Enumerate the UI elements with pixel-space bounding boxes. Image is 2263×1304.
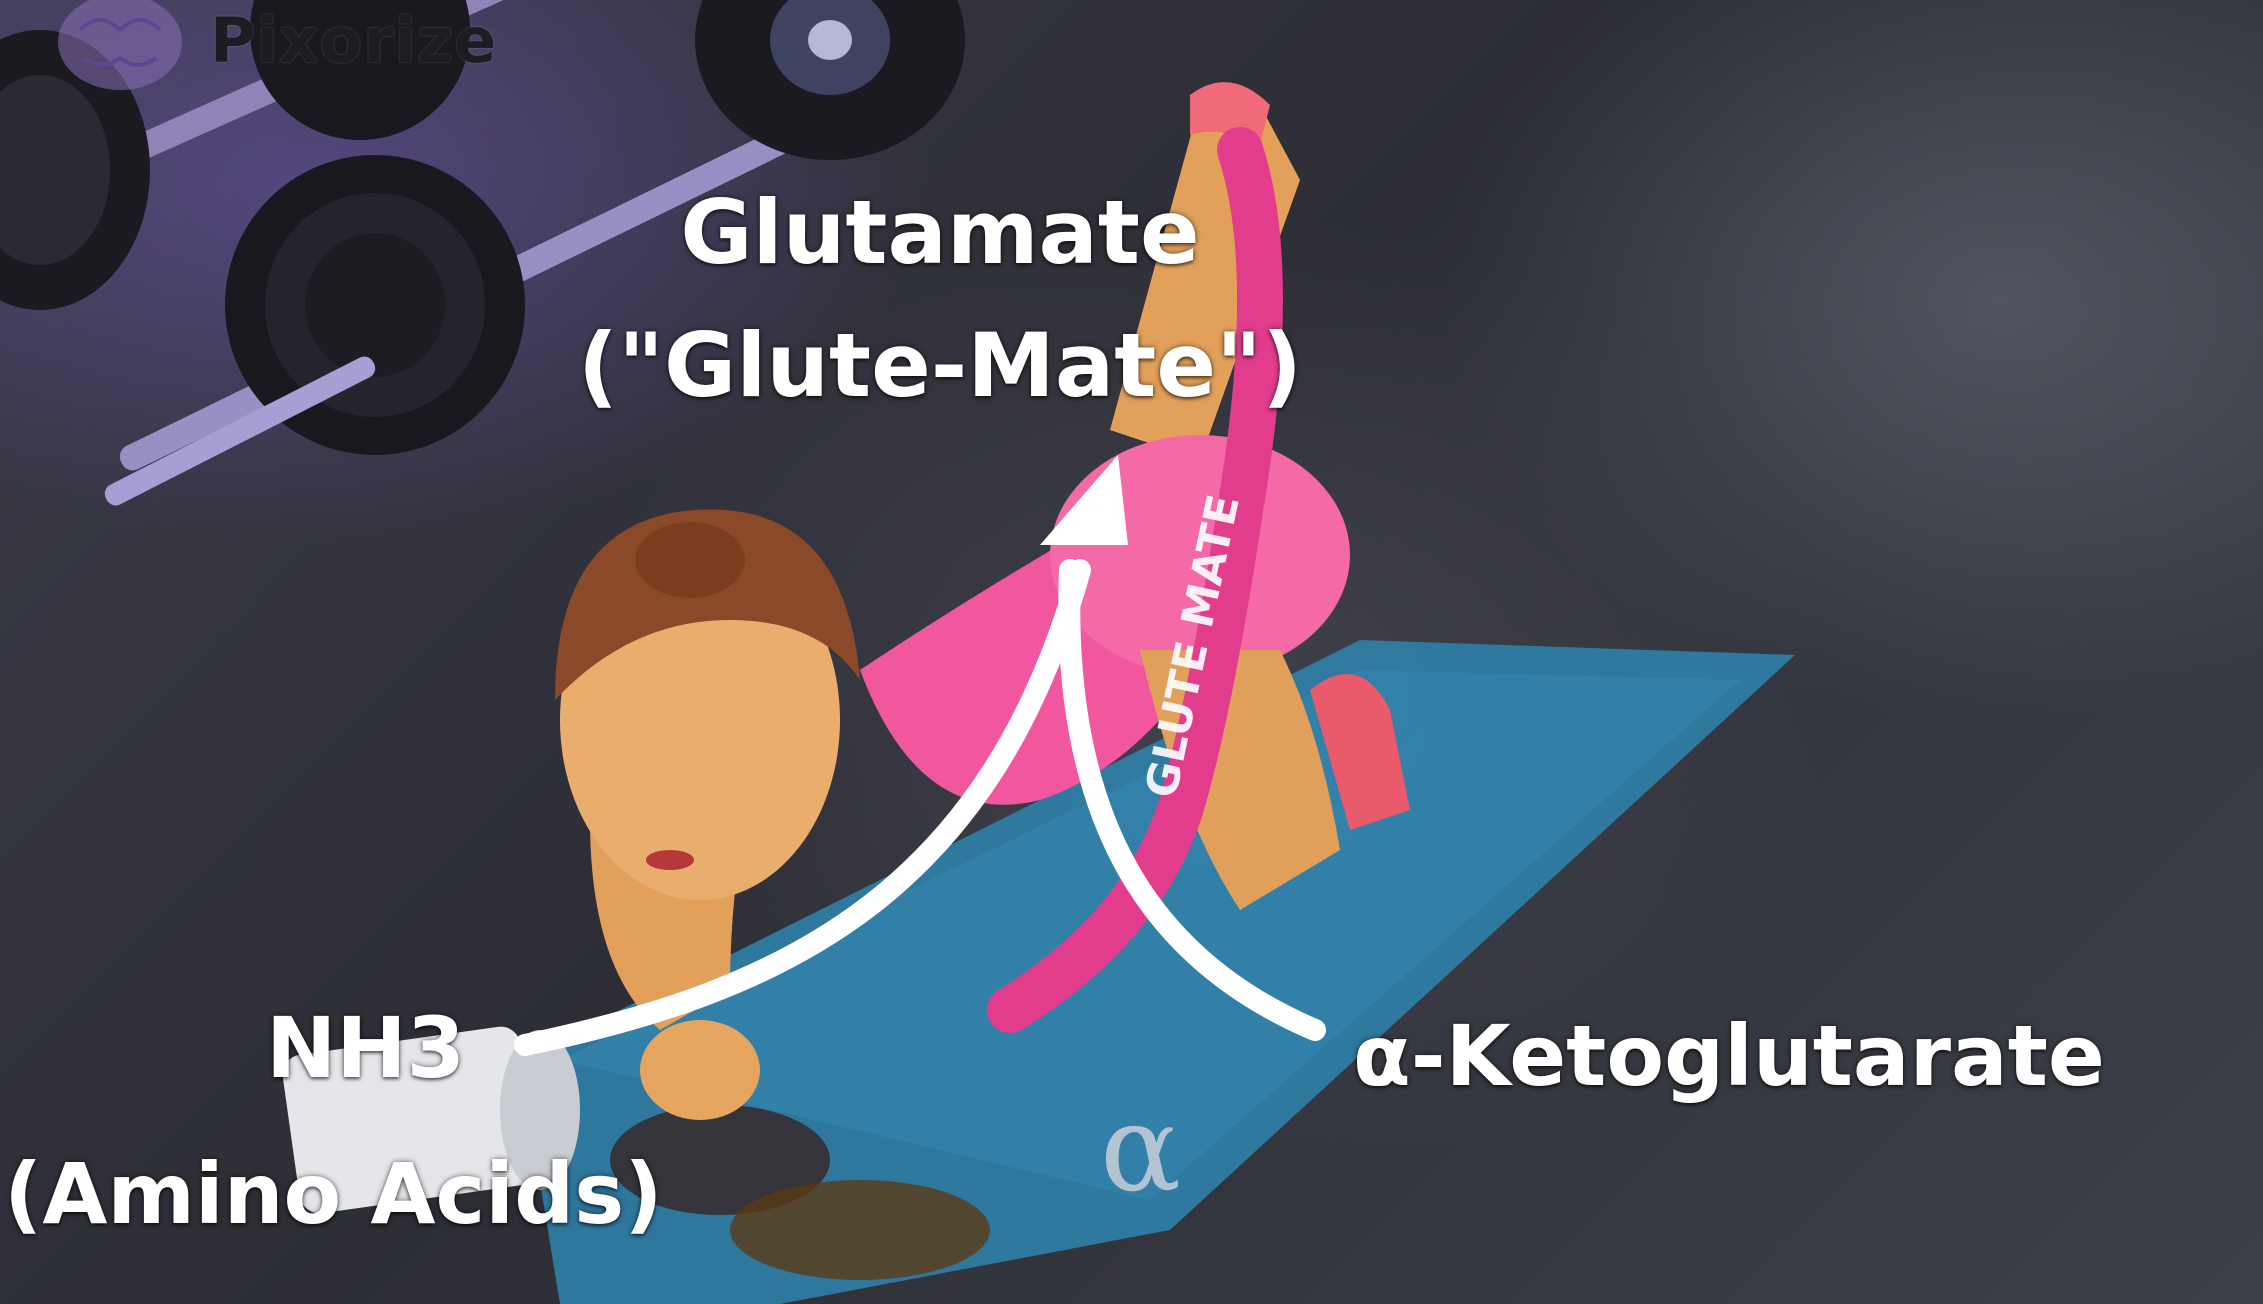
- product-label: Glutamate: [680, 181, 1200, 284]
- product-mnemonic-label: ("Glute-Mate"): [577, 314, 1303, 417]
- mat-alpha-symbol: α: [1100, 1080, 1181, 1219]
- reactant-ketoglutarate-label: α-Ketoglutarate: [1353, 1007, 2105, 1105]
- arrowhead-icon: [1040, 455, 1128, 545]
- mnemonic-scene: GLUTE MATE α Pixorize Glutamate ("Glute-…: [0, 0, 2263, 1304]
- reactant-nh3-source-label: (Amino Acids): [4, 1145, 663, 1243]
- reactant-nh3-label: NH3: [266, 999, 466, 1097]
- brand-logo: Pixorize: [210, 4, 498, 77]
